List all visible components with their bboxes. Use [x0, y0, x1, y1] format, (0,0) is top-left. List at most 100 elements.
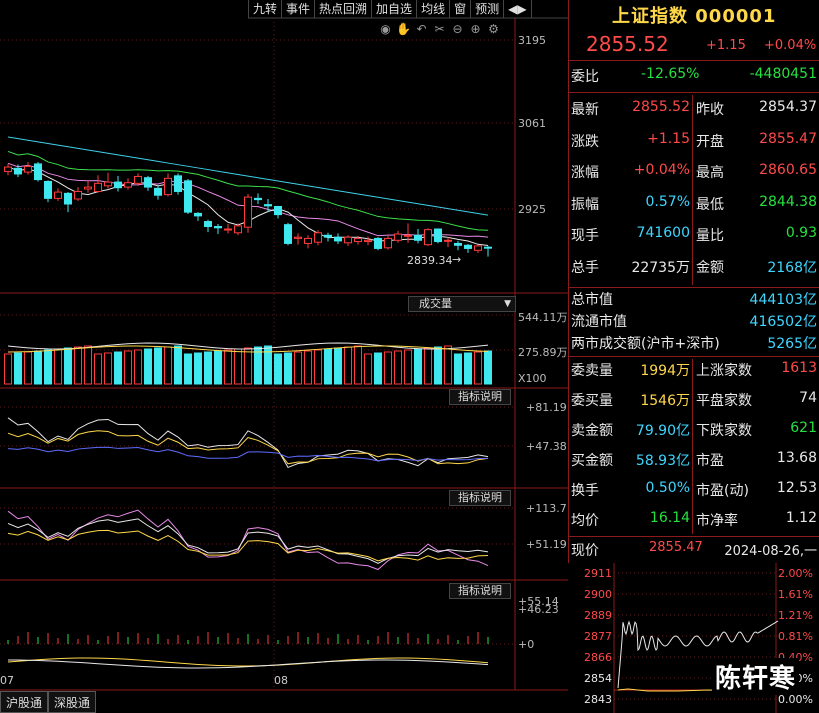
volume-bar [104, 352, 112, 385]
candle-body [364, 239, 372, 243]
volume-bar [274, 353, 282, 385]
current-value: 2855.47 [649, 540, 703, 555]
candle-body [164, 177, 172, 196]
volume-bar [324, 348, 332, 385]
quote-value: 22735万 [631, 259, 690, 276]
quote-row: 涨幅 +0.04% 最高 2860.65 [571, 162, 817, 184]
candle-body [24, 165, 32, 173]
date-label: 08 [274, 674, 288, 687]
volume-bar [54, 348, 62, 385]
quote-value: 13.68 [776, 450, 817, 466]
quote-label: 昨收 [696, 102, 724, 118]
candle-body [184, 180, 192, 213]
candle-body [374, 237, 382, 249]
ind3-axis-label: +46.23 [518, 603, 559, 616]
tab-hugutong[interactable]: 沪股通 [0, 691, 49, 713]
volume-bar [144, 348, 152, 385]
quote-row: 卖金额 79.90亿 下跌家数 621 [571, 420, 817, 442]
quote-value: 2860.65 [759, 162, 817, 178]
quote-label: 现手 [571, 228, 599, 244]
volume-bar [384, 351, 392, 385]
indicator-help-button[interactable]: 指标说明 [449, 490, 511, 506]
quote-value: 0.57% [645, 193, 690, 210]
volume-bar [374, 352, 382, 385]
volume-bar [174, 345, 182, 385]
volume-bar [224, 349, 232, 385]
volume-bar [314, 349, 322, 385]
volume-bar [154, 347, 162, 385]
weibi-label: 委比 [571, 69, 599, 85]
quote-value: 58.93亿 [635, 453, 690, 469]
candle-body [244, 196, 252, 228]
quote-value: 1994万 [640, 363, 690, 379]
candle-body [384, 237, 392, 249]
volume-bar [444, 345, 452, 385]
current-date: 2024-08-26,一 [724, 544, 817, 559]
quote-label: 最高 [696, 165, 724, 181]
intraday-left-axis-label: 2854 [584, 672, 612, 685]
candle-body [284, 224, 292, 244]
candle-body [154, 187, 162, 196]
watermark: 陈轩寒 [712, 658, 800, 695]
volume-bar [334, 347, 342, 385]
quote-row: 振幅 0.57% 最低 2844.38 [571, 194, 817, 216]
tab-shengutong[interactable]: 深股通 [48, 691, 97, 713]
ind2-line [7, 529, 489, 562]
volume-bar [244, 347, 252, 385]
quote-label: 市盈(动) [696, 483, 749, 499]
candle-body [354, 237, 362, 243]
candle-body [314, 232, 322, 243]
quote-label: 上涨家数 [696, 363, 752, 379]
volume-bar [94, 353, 102, 385]
quote-label: 平盘家数 [696, 393, 752, 409]
volume-bar [304, 350, 312, 385]
volume-bar [164, 346, 172, 385]
candle-body [4, 166, 12, 172]
intraday-right-axis-label: 2.00% [778, 567, 813, 580]
quote-label: 量比 [696, 228, 724, 244]
quote-row: 换手 0.50% 市盈(动) 12.53 [571, 480, 817, 502]
quote-label: 最低 [696, 196, 724, 213]
intraday-left-axis-label: 2866 [584, 651, 612, 664]
volume-bar [64, 347, 72, 385]
ind1-line [7, 446, 489, 462]
volume-bar [254, 346, 262, 385]
quote-label: 换手 [571, 483, 599, 499]
quote-label: 下跌家数 [696, 423, 752, 439]
candle-body [94, 182, 102, 192]
volume-bar [454, 353, 462, 385]
quote-label: 卖金额 [571, 423, 613, 439]
mkt-label: 总市值 [571, 292, 613, 308]
mkt-label: 流通市值 [571, 314, 627, 330]
volume-bar [44, 349, 52, 385]
quote-value: 1.12 [785, 510, 817, 526]
candle-body [264, 204, 272, 207]
bottom-tabs: 沪股通 深股通 [0, 691, 97, 713]
volume-bar [484, 350, 492, 385]
candle-body [174, 175, 182, 192]
kline-axis-label: 3061 [518, 117, 546, 130]
current-row: 现价 2855.47 2024-08-26,一 [571, 540, 817, 562]
volume-selector[interactable]: 成交量 ▼ [408, 296, 516, 312]
indicator-help-button[interactable]: 指标说明 [449, 389, 511, 405]
quote-value: 2844.38 [759, 193, 817, 210]
quote-label: 最新 [571, 102, 599, 118]
kline-chart-area[interactable] [0, 0, 568, 713]
quote-row: 均价 16.14 市净率 1.12 [571, 510, 817, 532]
candle-body [474, 245, 482, 251]
candle-body [394, 233, 402, 241]
volume-bar [364, 353, 372, 385]
indicator-help-button[interactable]: 指标说明 [449, 583, 511, 599]
candle-body [344, 236, 352, 244]
intraday-right-axis-label: 1.21% [778, 609, 813, 622]
quote-row: 总手 22735万 金额 2168亿 [571, 257, 817, 279]
candle-body [54, 191, 62, 199]
low-arrow-icon: → [452, 253, 462, 266]
mkt-value: 444103亿 [749, 292, 817, 308]
intraday-left-axis-label: 2911 [584, 567, 612, 580]
dropdown-icon: ▼ [504, 299, 511, 309]
macd-line [7, 657, 489, 667]
candle-body [454, 242, 462, 246]
volume-bar [474, 351, 482, 385]
mkt-value: 5265亿 [767, 336, 817, 352]
